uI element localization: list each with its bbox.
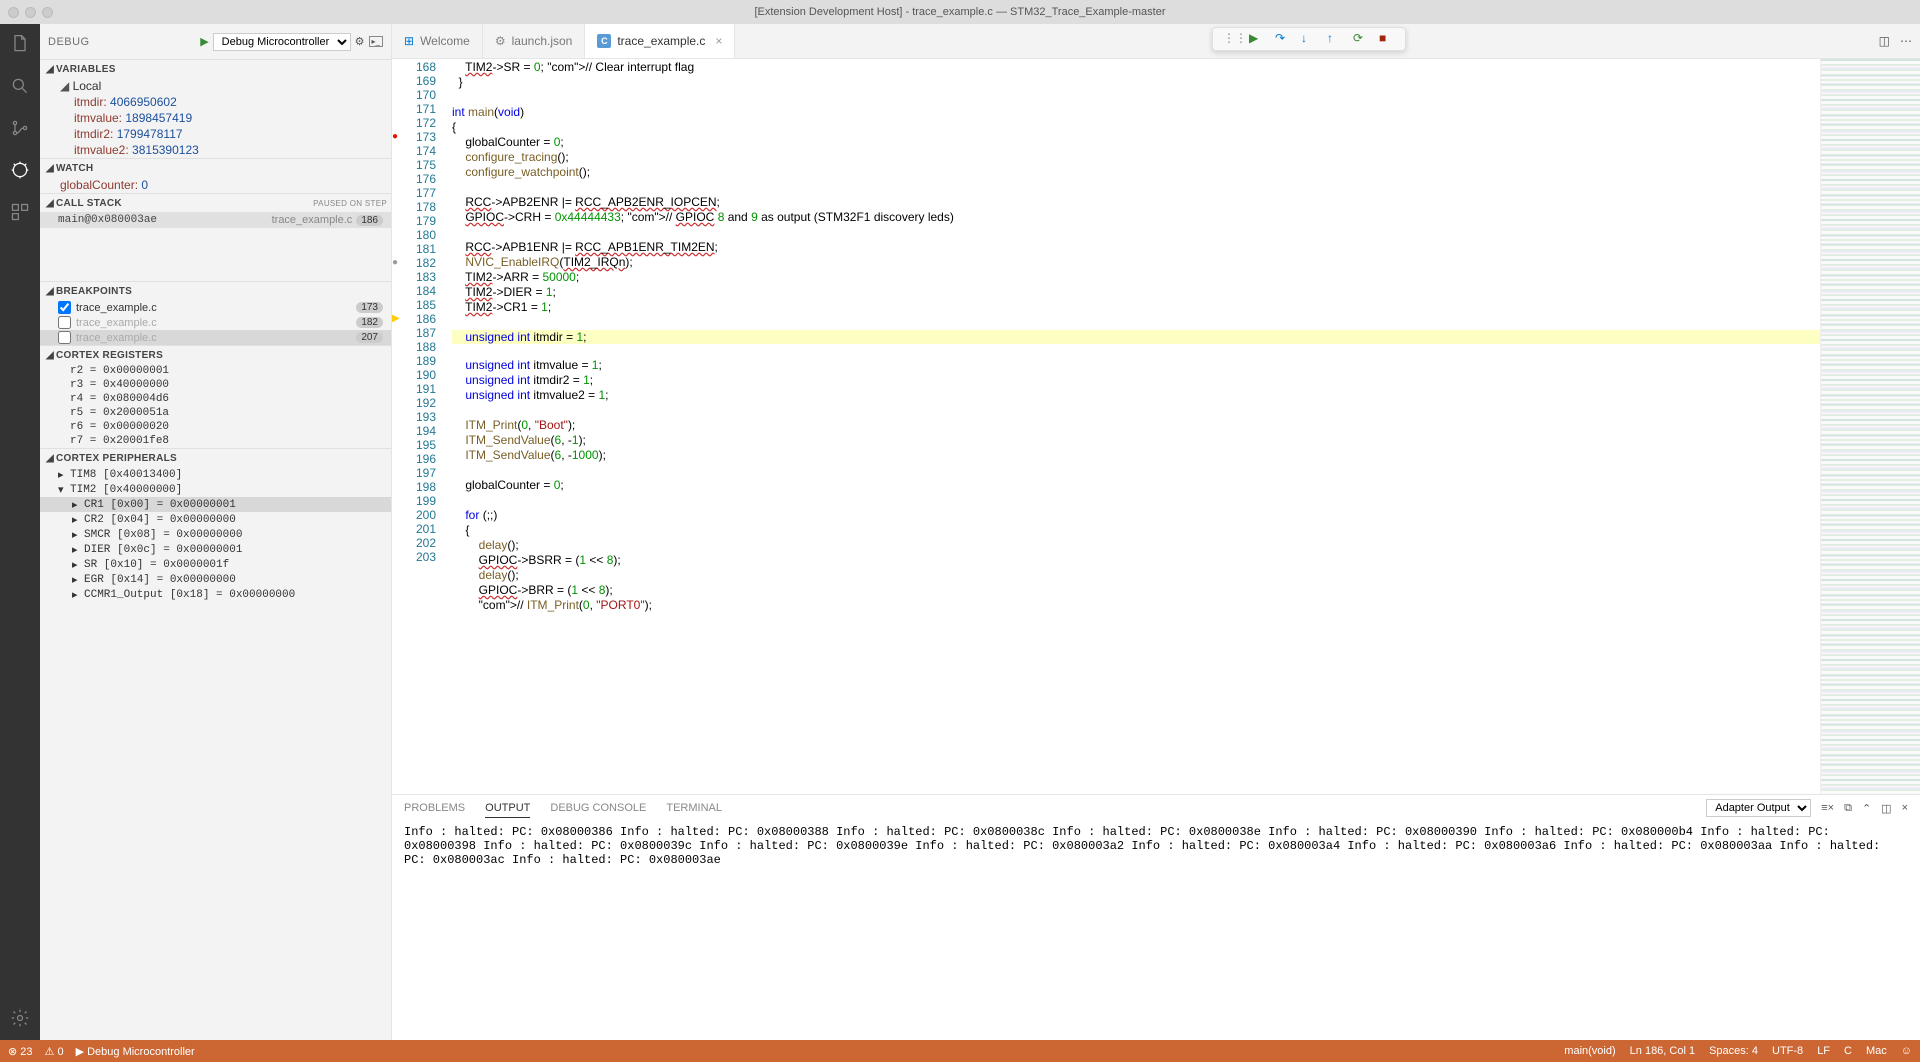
debug-icon[interactable] (8, 158, 32, 182)
step-over-icon[interactable]: ↷ (1275, 31, 1291, 47)
sidebar-title: DEBUG (48, 36, 90, 48)
peripheral-row[interactable]: ▾TIM2 [0x40000000] (40, 482, 391, 497)
status-bar: ⊗ 23 ⚠ 0 ▶ Debug Microcontroller main(vo… (0, 1040, 1920, 1062)
source-control-icon[interactable] (8, 116, 32, 140)
debug-console-icon[interactable]: ▸_ (369, 36, 383, 47)
editor-tabs: ⊞Welcome⚙launch.jsonCtrace_example.c× ⋮⋮… (392, 24, 1920, 59)
activity-bar (0, 24, 40, 1040)
status-debug-session[interactable]: ▶ Debug Microcontroller (76, 1045, 195, 1058)
status-spaces[interactable]: Spaces: 4 (1709, 1045, 1758, 1057)
clear-output-icon[interactable]: ≡× (1821, 802, 1834, 814)
debug-toolbar[interactable]: ⋮⋮ ▶ ↷ ↓ ↑ ⟳ ■ (1212, 27, 1406, 51)
continue-icon[interactable]: ▶ (1249, 31, 1265, 47)
peripheral-register-row[interactable]: ▸CCMR1_Output [0x18] = 0x00000000 (40, 587, 391, 602)
peripheral-register-row[interactable]: ▸EGR [0x14] = 0x00000000 (40, 572, 391, 587)
status-errors[interactable]: ⊗ 23 (8, 1045, 33, 1058)
collapse-panel-icon[interactable]: ⌃ (1862, 802, 1871, 815)
peripheral-register-row[interactable]: ▸SR [0x10] = 0x0000001f (40, 557, 391, 572)
breakpoints-section-header[interactable]: ◢BREAKPOINTS (40, 282, 391, 300)
status-feedback-icon[interactable]: ☺ (1901, 1045, 1912, 1057)
debug-settings-gear-icon[interactable]: ⚙ (355, 35, 365, 48)
gear-icon: ⚙ (495, 34, 506, 48)
sidebar-header: DEBUG ▶ Debug Microcontroller ⚙ ▸_ (40, 24, 391, 59)
register-row[interactable]: r6 = 0x00000020 (40, 420, 391, 434)
close-window-icon[interactable] (8, 7, 19, 18)
files-icon[interactable] (8, 32, 32, 56)
editor-area: ⊞Welcome⚙launch.jsonCtrace_example.c× ⋮⋮… (392, 24, 1920, 1040)
status-language[interactable]: C (1844, 1045, 1852, 1057)
variable-row[interactable]: itmvalue: 1898457419 (40, 110, 391, 126)
watch-section-header[interactable]: ◢WATCH (40, 159, 391, 177)
breakpoint-row[interactable]: trace_example.c182 (40, 315, 391, 330)
bottom-panel: PROBLEMS OUTPUT DEBUG CONSOLE TERMINAL Adap… (392, 794, 1920, 1040)
editor-tab[interactable]: ⚙launch.json (483, 24, 585, 58)
breakpoint-row[interactable]: trace_example.c173 (40, 300, 391, 315)
peripheral-register-row[interactable]: ▸CR1 [0x00] = 0x00000001 (40, 497, 391, 512)
title-bar: [Extension Development Host] - trace_exa… (0, 0, 1920, 24)
editor-tab[interactable]: ⊞Welcome (392, 24, 483, 58)
close-tab-icon[interactable]: × (715, 34, 722, 48)
panel-tab[interactable]: TERMINAL (666, 799, 722, 818)
stop-icon[interactable]: ■ (1379, 31, 1395, 47)
start-debug-icon[interactable]: ▶ (200, 35, 208, 48)
output-content[interactable]: Info : halted: PC: 0x08000386 Info : hal… (392, 821, 1920, 1040)
debug-sidebar: DEBUG ▶ Debug Microcontroller ⚙ ▸_ ◢VARI… (40, 24, 392, 1040)
peripherals-section-header[interactable]: ◢CORTEX PERIPHERALS (40, 449, 391, 467)
debug-config-select[interactable]: Debug Microcontroller (213, 33, 351, 51)
more-actions-icon[interactable]: ⋯ (1900, 34, 1912, 48)
maximize-panel-icon[interactable]: ◫ (1881, 802, 1891, 815)
code-editor[interactable]: ● ● ▶ 1681691701711721731741751761771781… (392, 59, 1920, 794)
step-into-icon[interactable]: ↓ (1301, 31, 1317, 47)
breakpoint-row[interactable]: trace_example.c207 (40, 330, 391, 345)
peripheral-register-row[interactable]: ▸CR2 [0x04] = 0x00000000 (40, 512, 391, 527)
status-warnings[interactable]: ⚠ 0 (45, 1045, 64, 1058)
status-scope[interactable]: main(void) (1564, 1045, 1615, 1057)
callstack-frame[interactable]: main@0x080003aetrace_example.c186 (40, 212, 391, 228)
register-row[interactable]: r7 = 0x20001fe8 (40, 434, 391, 448)
panel-tab[interactable]: OUTPUT (485, 799, 530, 818)
step-out-icon[interactable]: ↑ (1327, 31, 1343, 47)
c-file-icon: C (597, 34, 611, 48)
status-encoding[interactable]: UTF-8 (1772, 1045, 1803, 1057)
editor-tab[interactable]: Ctrace_example.c× (585, 24, 735, 58)
minimap[interactable] (1820, 59, 1920, 794)
variable-row[interactable]: itmdir: 4066950602 (40, 94, 391, 110)
watch-row[interactable]: globalCounter: 0 (40, 177, 391, 193)
callstack-section-header[interactable]: ◢CALL STACKPAUSED ON STEP (40, 194, 391, 212)
variable-row[interactable]: itmdir2: 1799478117 (40, 126, 391, 142)
drag-handle-icon[interactable]: ⋮⋮ (1223, 31, 1239, 47)
variable-row[interactable]: itmvalue2: 3815390123 (40, 142, 391, 158)
peripheral-register-row[interactable]: ▸DIER [0x0c] = 0x00000001 (40, 542, 391, 557)
variables-scope-local[interactable]: ◢ Local (40, 78, 391, 94)
status-os[interactable]: Mac (1866, 1045, 1887, 1057)
panel-tab[interactable]: PROBLEMS (404, 799, 465, 818)
search-icon[interactable] (8, 74, 32, 98)
register-row[interactable]: r5 = 0x2000051a (40, 406, 391, 420)
register-row[interactable]: r4 = 0x080004d6 (40, 392, 391, 406)
variables-section-header[interactable]: ◢VARIABLES (40, 60, 391, 78)
output-channel-select[interactable]: Adapter Output (1706, 799, 1811, 817)
status-cursor[interactable]: Ln 186, Col 1 (1630, 1045, 1695, 1057)
close-panel-icon[interactable]: × (1902, 802, 1908, 814)
peripheral-register-row[interactable]: ▸SMCR [0x08] = 0x00000000 (40, 527, 391, 542)
split-editor-icon[interactable]: ◫ (1879, 34, 1890, 48)
register-row[interactable]: r3 = 0x40000000 (40, 378, 391, 392)
settings-gear-icon[interactable] (8, 1006, 32, 1030)
restart-icon[interactable]: ⟳ (1353, 31, 1369, 47)
peripheral-row[interactable]: ▸TIM8 [0x40013400] (40, 467, 391, 482)
maximize-window-icon[interactable] (42, 7, 53, 18)
status-eol[interactable]: LF (1817, 1045, 1830, 1057)
window-controls[interactable] (8, 7, 53, 18)
window-title: [Extension Development Host] - trace_exa… (754, 6, 1165, 18)
minimize-window-icon[interactable] (25, 7, 36, 18)
register-row[interactable]: r2 = 0x00000001 (40, 364, 391, 378)
panel-tab[interactable]: DEBUG CONSOLE (550, 799, 646, 818)
open-log-icon[interactable]: ⧉ (1844, 802, 1852, 815)
registers-section-header[interactable]: ◢CORTEX REGISTERS (40, 346, 391, 364)
extensions-icon[interactable] (8, 200, 32, 224)
vscode-icon: ⊞ (404, 34, 414, 48)
